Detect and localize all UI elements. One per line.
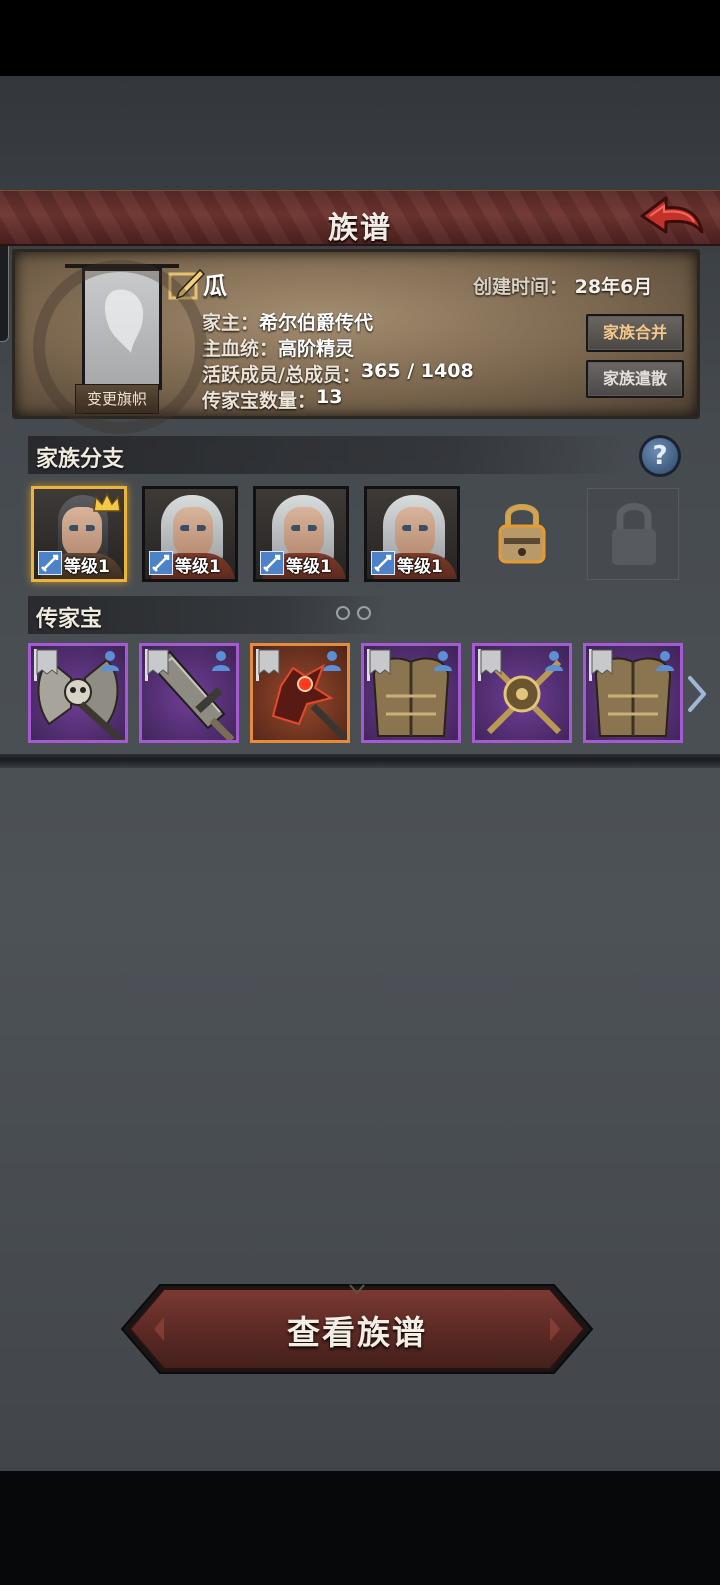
locked-branch-slot[interactable]: [476, 488, 568, 580]
crown-icon: [93, 492, 121, 512]
branch-slot[interactable]: 等级1: [364, 486, 460, 582]
heirlooms-header: 传家宝: [28, 596, 388, 634]
created-time-label: 创建时间：: [473, 276, 569, 298]
banner-marker-icon: [34, 649, 58, 681]
members-label: 活跃成员/总成员：: [202, 364, 361, 386]
created-time: 创建时间： 28年6月: [473, 272, 652, 299]
created-time-value: 28年6月: [574, 276, 653, 298]
leader-label: 家主：: [202, 312, 260, 334]
sword-class-icon: [149, 551, 173, 575]
sword-class-icon: [371, 551, 395, 575]
heirloom-slot[interactable]: [28, 643, 128, 743]
branch-level: 等级1: [397, 557, 443, 577]
person-icon: [212, 651, 230, 671]
person-icon: [101, 651, 119, 671]
leader-line: 家主： 希尔伯爵传代: [202, 308, 474, 334]
heirloom-count-value: 13: [316, 386, 343, 408]
branches-header: 家族分支: [28, 436, 628, 474]
branch-slot[interactable]: 等级1: [31, 486, 127, 582]
person-icon: [323, 651, 341, 671]
golden-lock-icon: [498, 504, 546, 564]
clan-info-panel: 变更旗帜 瓜 创建时间： 28年6月 家主： 希尔伯爵传代 主血统： 高阶精灵 …: [12, 249, 700, 434]
bloodline-value: 高阶精灵: [278, 338, 355, 360]
sword-class-icon: [38, 551, 62, 575]
navigation-bar-area: [0, 1471, 720, 1585]
clan-banner[interactable]: [82, 268, 162, 390]
heirloom-count-label: 传家宝数量：: [202, 390, 317, 412]
heirloom-count-line: 传家宝数量： 13: [202, 386, 474, 412]
change-banner-button[interactable]: 变更旗帜: [75, 384, 159, 414]
heirloom-slot[interactable]: [472, 643, 572, 743]
heirloom-slot[interactable]: [139, 643, 239, 743]
branches-title: 家族分支: [36, 447, 125, 472]
page-title: 族谱: [328, 211, 392, 246]
edit-name-icon[interactable]: [167, 266, 205, 302]
locked-branch-slot[interactable]: [587, 488, 679, 580]
clan-name: 瓜: [203, 272, 227, 300]
bloodline-label: 主血统：: [202, 338, 279, 360]
branch-slot[interactable]: 等级1: [142, 486, 238, 582]
page-indicator: [336, 605, 373, 624]
branch-level: 等级1: [64, 557, 110, 577]
banner-marker-icon: [256, 649, 280, 681]
back-arrow-icon: [640, 196, 704, 234]
heirloom-slot[interactable]: [250, 643, 350, 743]
person-icon: [656, 651, 674, 671]
banner-marker-icon: [367, 649, 391, 681]
help-button[interactable]: ?: [639, 435, 681, 477]
heirloom-slot[interactable]: [361, 643, 461, 743]
person-icon: [434, 651, 452, 671]
members-line: 活跃成员/总成员： 365 / 1408: [202, 360, 474, 386]
clan-disband-button[interactable]: 家族遣散: [586, 360, 684, 398]
back-button[interactable]: [636, 190, 708, 246]
next-page-arrow-icon[interactable]: [684, 672, 710, 716]
members-value: 365 / 1408: [360, 360, 474, 382]
branch-level: 等级1: [175, 557, 221, 577]
banner-emblem-icon: [105, 289, 144, 353]
view-genealogy-button[interactable]: [120, 1283, 594, 1375]
game-screen: 族谱 变更旗帜 瓜 创建时间： 28年6月 家主： 希尔伯爵传代 主血统： 高阶…: [0, 0, 720, 1585]
sword-class-icon: [260, 551, 284, 575]
clan-info-lines: 家主： 希尔伯爵传代 主血统： 高阶精灵 活跃成员/总成员： 365 / 140…: [202, 308, 474, 412]
page-dot[interactable]: [357, 606, 372, 620]
bloodline-line: 主血统： 高阶精灵: [202, 334, 474, 360]
title-bar: 族谱: [0, 190, 720, 246]
heirloom-slot[interactable]: [583, 643, 683, 743]
section-divider: [0, 754, 720, 768]
page-dot[interactable]: [336, 606, 350, 620]
banner-marker-icon: [478, 649, 502, 681]
leader-value: 希尔伯爵传代: [259, 312, 374, 334]
status-bar: [0, 0, 720, 76]
heirlooms-title: 传家宝: [36, 607, 103, 632]
banner-marker-icon: [145, 649, 169, 681]
clan-merge-button[interactable]: 家族合并: [586, 314, 684, 352]
branch-level: 等级1: [286, 557, 332, 577]
person-icon: [545, 651, 563, 671]
branch-slot[interactable]: 等级1: [253, 486, 349, 582]
lock-icon: [612, 503, 656, 565]
banner-marker-icon: [589, 649, 613, 681]
